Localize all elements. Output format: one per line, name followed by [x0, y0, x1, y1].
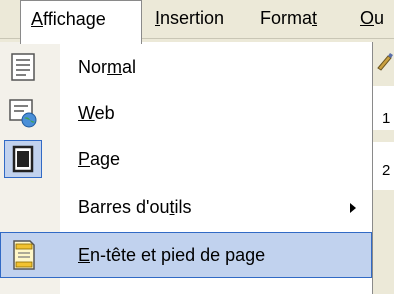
affichage-dropdown-menu: Normal Web Page Barres d'outils En-tête …: [0, 42, 373, 294]
menu-item-web[interactable]: Web: [0, 90, 372, 136]
label-post: ils: [174, 197, 192, 217]
label-access-key: W: [78, 103, 95, 123]
label-access-key: m: [107, 57, 123, 77]
label-post: age: [90, 149, 121, 169]
menu-item-entete-pied[interactable]: En-tête et pied de page: [0, 232, 372, 278]
menu-outils-post: u: [374, 8, 385, 28]
menu-affichage-post: ffichage: [43, 9, 106, 29]
menu-item-page-label: Page: [78, 136, 120, 182]
menu-item-normal[interactable]: Normal: [0, 44, 372, 90]
menu-format[interactable]: Format: [260, 0, 317, 38]
label-post: eb: [94, 103, 115, 123]
menu-outils-access-key: O: [360, 8, 375, 28]
menu-outils[interactable]: Ou: [360, 0, 384, 38]
menu-item-barres-label: Barres d'outils: [78, 184, 192, 230]
header-footer-icon: [13, 240, 35, 270]
menu-format-access-key: t: [312, 8, 318, 28]
menu-item-page[interactable]: Page: [0, 136, 372, 182]
menu-item-entete-label: En-tête et pied de page: [78, 233, 265, 277]
menu-affichage-access-key: A: [31, 9, 44, 29]
label-access-key: P: [78, 149, 91, 169]
background-text: 2: [382, 162, 391, 179]
menu-affichage[interactable]: Affichage: [20, 0, 142, 44]
menu-insertion-post: nsertion: [160, 8, 225, 28]
menu-item-web-label: Web: [78, 90, 115, 136]
label-access-key: E: [78, 245, 91, 265]
label-post: al: [122, 57, 137, 77]
label-post: n-tête et pied de page: [90, 245, 266, 265]
web-view-icon: [9, 99, 37, 128]
background-text: 1: [382, 110, 391, 127]
label-pre: Barres d'ou: [78, 197, 170, 217]
menu-format-pre: Forma: [260, 8, 313, 28]
submenu-arrow-icon: [350, 203, 356, 213]
menu-insertion[interactable]: Insertion: [155, 0, 224, 38]
label-pre: Nor: [78, 57, 108, 77]
pencil-icon: [377, 53, 393, 71]
menu-item-barres-outils[interactable]: Barres d'outils: [0, 184, 372, 230]
page-view-icon: [12, 145, 34, 173]
menu-item-normal-label: Normal: [78, 44, 136, 90]
normal-view-icon: [11, 53, 35, 81]
menu-bar: Affichage Insertion Format Ou: [0, 0, 394, 44]
